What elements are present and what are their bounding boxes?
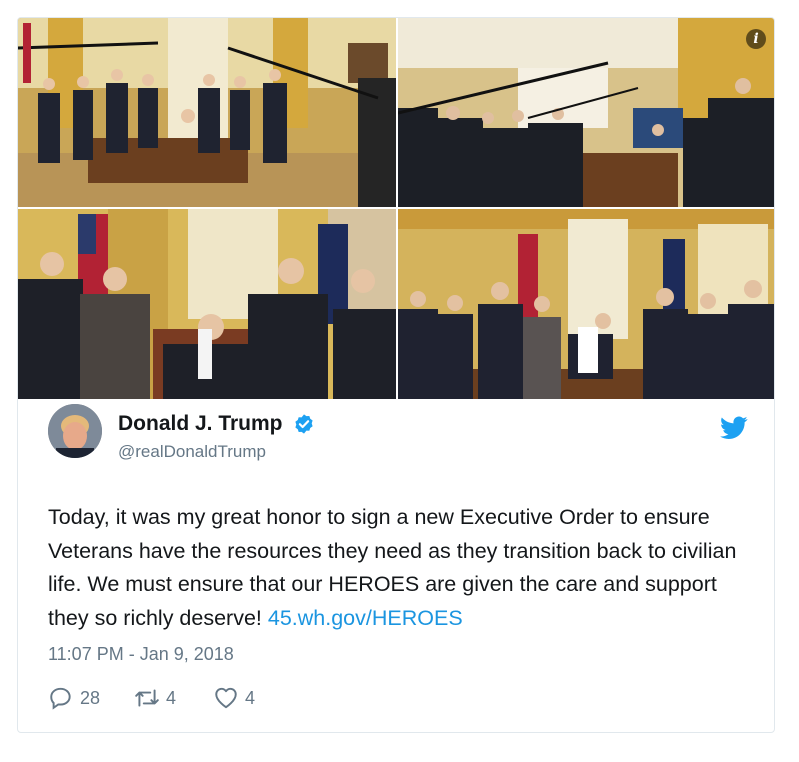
photo-1[interactable] [18, 18, 396, 207]
handle[interactable]: @realDonaldTrump [118, 442, 315, 462]
like-count: 4 [245, 687, 256, 708]
heart-icon [215, 687, 237, 709]
photo-4[interactable] [398, 209, 774, 399]
tweet-link[interactable]: 45.wh.gov/HEROES [268, 606, 463, 630]
photo-grid: i [18, 18, 774, 399]
avatar[interactable] [48, 404, 102, 458]
verified-badge-icon [295, 414, 313, 434]
retweet-icon [135, 689, 159, 707]
tweet-text: Today, it was my great honor to sign a n… [48, 501, 748, 635]
reply-button[interactable]: 28 [48, 684, 100, 712]
twitter-bird-icon[interactable] [720, 416, 748, 440]
photo-2[interactable]: i [398, 18, 774, 207]
info-icon[interactable]: i [746, 29, 766, 49]
name-block: Donald J. Trump @realDonaldTrump [118, 412, 315, 462]
tweet-header: Donald J. Trump @realDonaldTrump [48, 404, 748, 464]
tweet-card[interactable]: i Donald J. Trump @realDonaldTrump Today… [17, 17, 775, 733]
retweet-count: 4 [166, 687, 177, 708]
like-button[interactable]: 4 [213, 684, 255, 712]
reply-count: 28 [80, 687, 101, 708]
reply-icon [50, 687, 71, 710]
display-name[interactable]: Donald J. Trump [118, 412, 283, 436]
photo-3[interactable] [18, 209, 396, 399]
timestamp[interactable]: 11:07 PM - Jan 9, 2018 [48, 644, 234, 665]
retweet-button[interactable]: 4 [134, 684, 176, 712]
